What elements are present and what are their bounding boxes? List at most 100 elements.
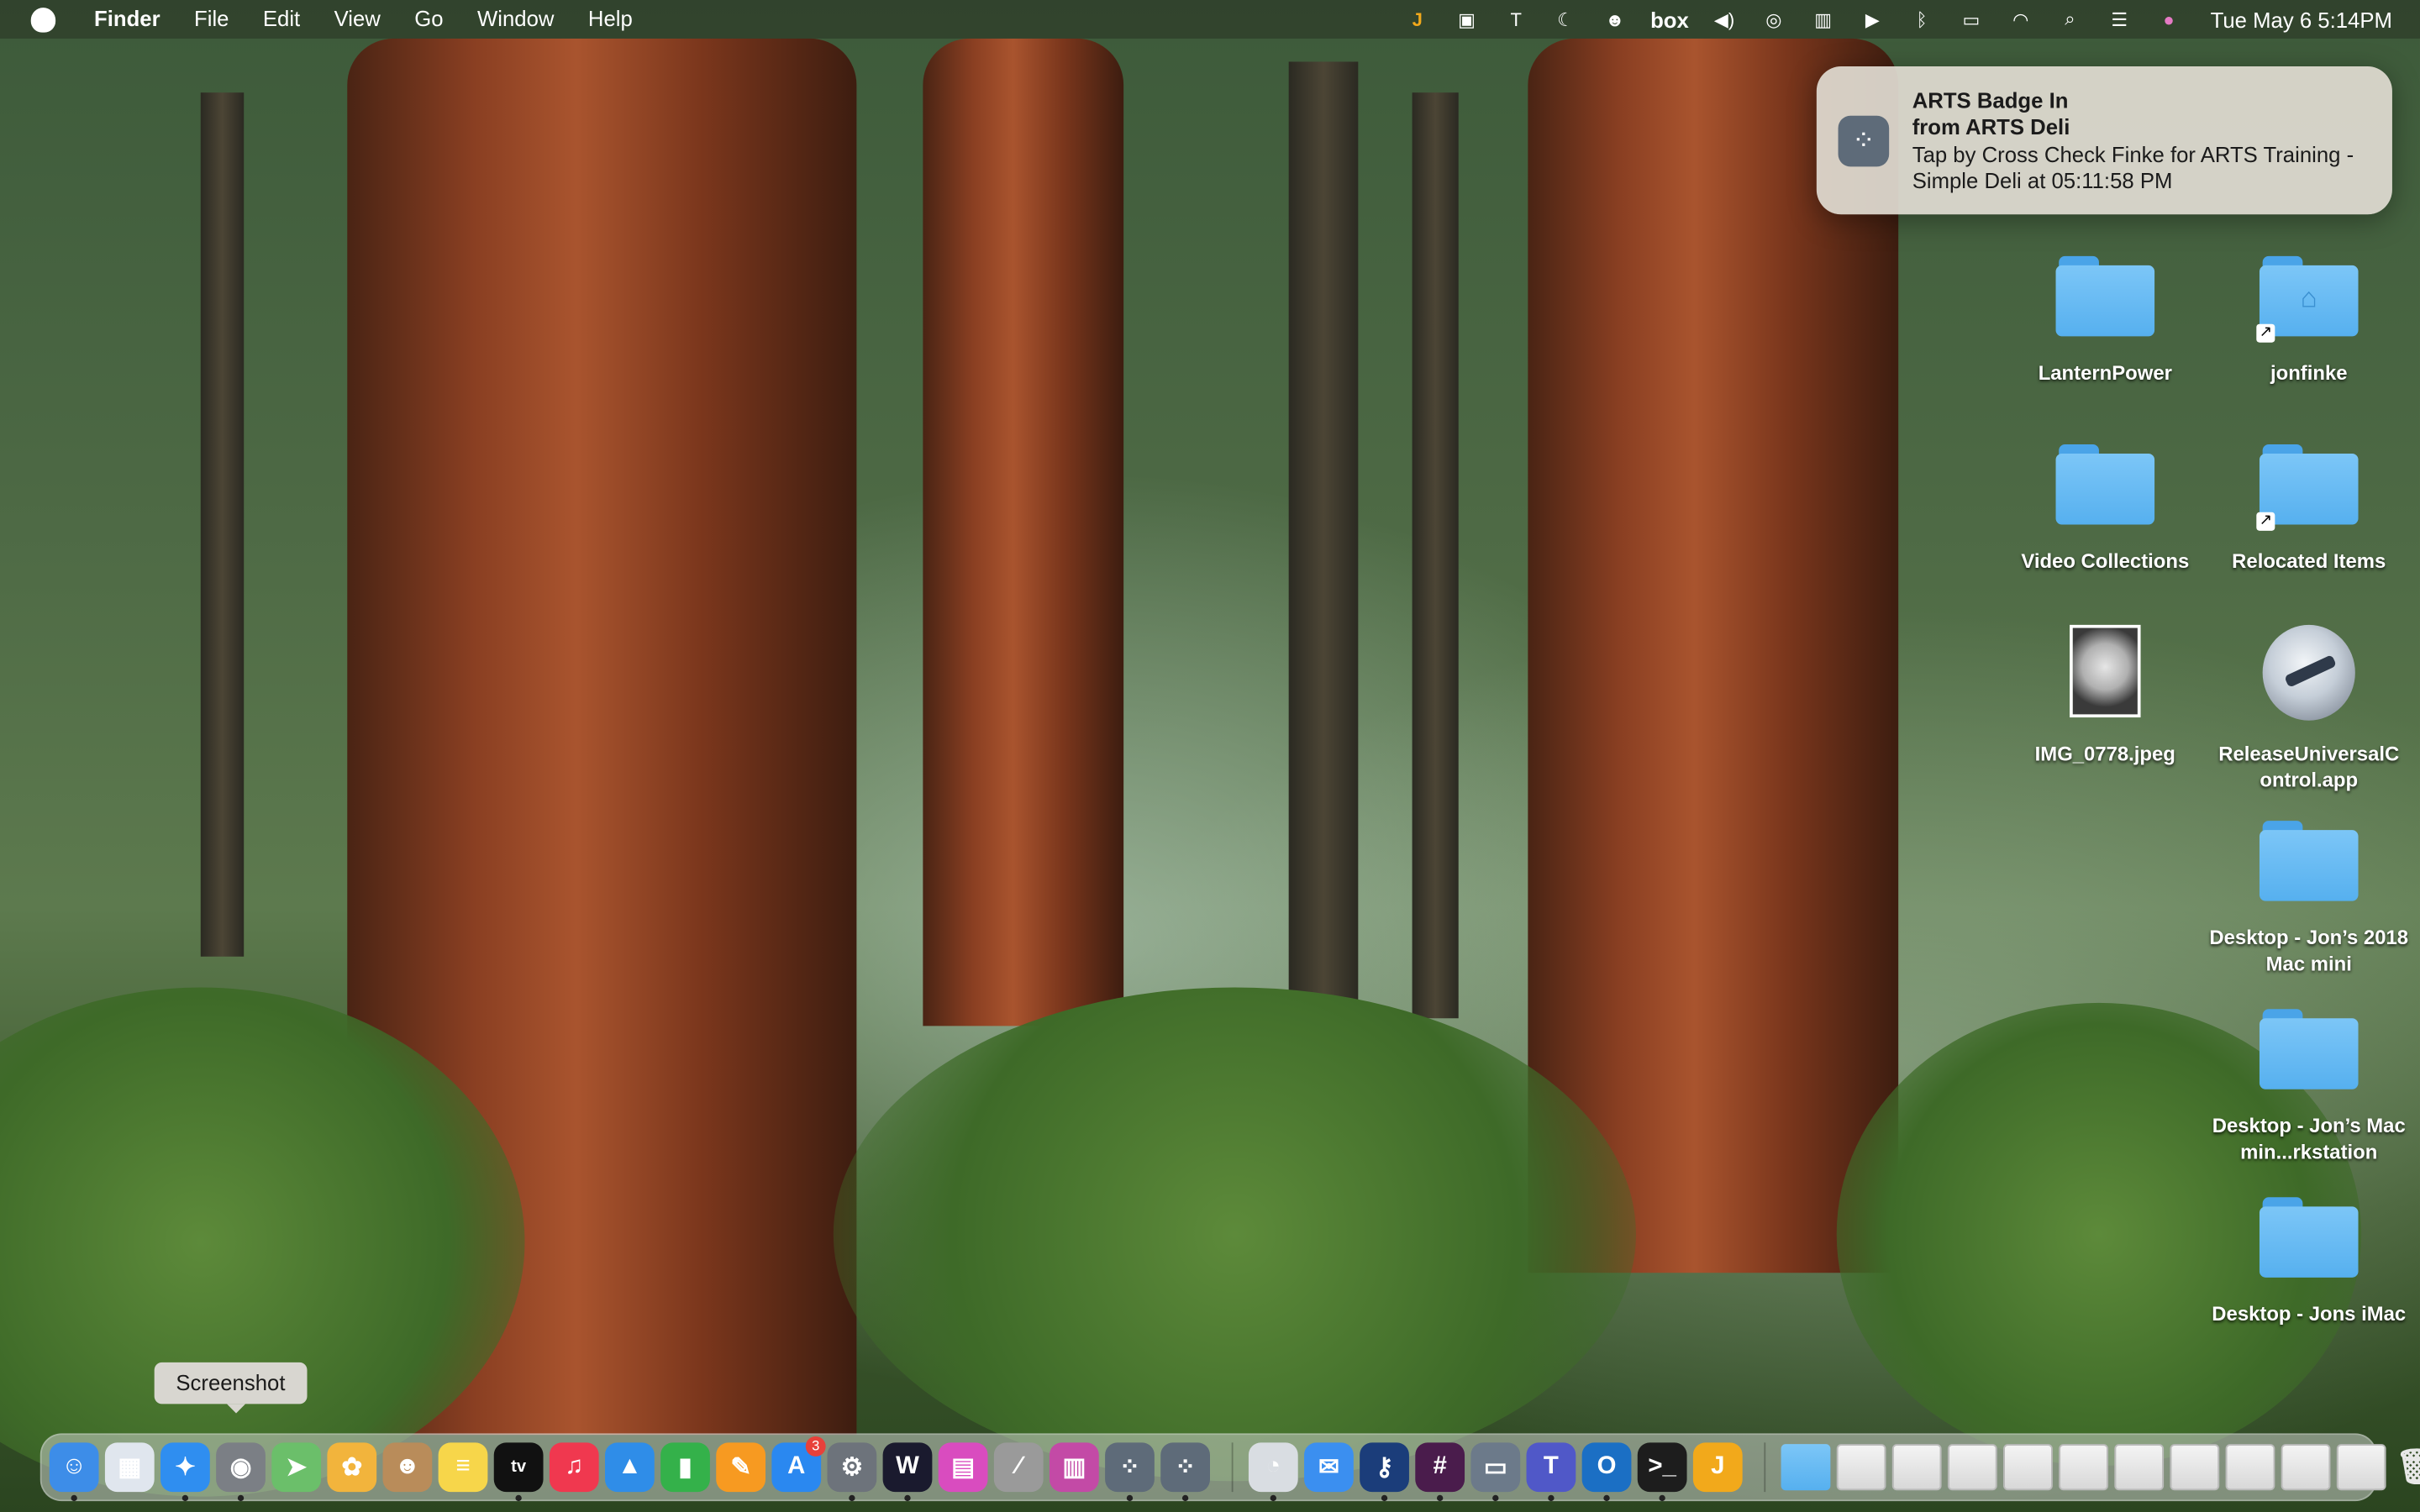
menu-app-name[interactable]: Finder	[77, 0, 177, 39]
dock-app-maps[interactable]: ➤	[271, 1442, 322, 1493]
dock-app-safari[interactable]: ✦	[160, 1442, 210, 1502]
dock-app-tempo[interactable]: ▤	[938, 1442, 988, 1493]
folder-icon: ↗	[2256, 444, 2359, 531]
desktop-folder[interactable]: Video Collections	[2003, 444, 2207, 574]
notification-subtitle: from ARTS Deli	[1912, 113, 2070, 139]
dock-recent-document[interactable]	[2059, 1444, 2108, 1491]
notification-banner[interactable]: ARTS Badge In from ARTS Deli Tap by Cros…	[1816, 66, 2392, 215]
running-indicator	[1270, 1494, 1276, 1502]
notification-badge: 3	[805, 1436, 826, 1457]
box-status[interactable]: box	[1650, 7, 1689, 31]
dock-app-app-store[interactable]: A3	[771, 1436, 826, 1493]
dock-app-screenshot[interactable]: ◉	[216, 1442, 266, 1502]
arts-app-icon	[1838, 115, 1890, 167]
volume-icon[interactable]: ◀)	[1711, 8, 1739, 30]
dock-recent-document[interactable]	[2336, 1444, 2386, 1491]
dock-app-notes[interactable]: ≡	[438, 1442, 488, 1493]
search-icon[interactable]: ⌕	[2056, 8, 2084, 30]
battery-icon[interactable]: ▭	[1957, 8, 1985, 30]
desktop-folder[interactable]: Desktop - Jon’s 2018 Mac mini	[2207, 821, 2411, 977]
tree-trunk	[923, 38, 1124, 1026]
running-indicator	[849, 1494, 855, 1502]
menu-go[interactable]: Go	[397, 0, 460, 39]
status-area: J ▣ T ☾ ☻ box ◀) ◎ ▥ ▶ ᛒ ▭ ◠ ⌕ ☰ ● Tue M…	[1403, 0, 2392, 39]
dock-recent-document[interactable]	[1947, 1444, 1997, 1491]
running-indicator	[71, 1494, 77, 1502]
running-indicator	[182, 1494, 189, 1502]
dock-app-glyph: ▮	[678, 1455, 692, 1482]
menu-edit[interactable]: Edit	[246, 0, 318, 39]
dock-app-numbers[interactable]: ▮	[660, 1442, 710, 1493]
desktop-folder[interactable]: Desktop - Jons iMac	[2207, 1197, 2411, 1326]
dock-recent-document[interactable]	[2114, 1444, 2165, 1491]
dock-recent-document[interactable]	[1891, 1444, 1942, 1491]
folder-icon	[2259, 821, 2359, 901]
bluetooth-icon[interactable]: ᛒ	[1908, 8, 1936, 30]
dock-app-slack[interactable]: #	[1415, 1442, 1465, 1502]
dock-app-arts-badge[interactable]: ⁘	[1105, 1442, 1155, 1502]
memory-icon[interactable]: ▥	[1809, 8, 1837, 30]
dock-app-finder[interactable]: ☺	[49, 1442, 99, 1502]
clock[interactable]: Tue May 6 5:14PM	[2211, 7, 2392, 31]
dock-app-stocks[interactable]: ▥	[1049, 1442, 1099, 1493]
running-indicator	[237, 1494, 245, 1502]
dock-app-mail[interactable]: ✉	[1304, 1442, 1354, 1493]
dock-app-pages[interactable]: ✎	[716, 1442, 766, 1493]
teams-icon[interactable]: T	[1502, 8, 1530, 30]
siri-icon[interactable]: ●	[2155, 8, 2183, 30]
desktop-item-label: Desktop - Jon’s 2018 Mac mini	[2209, 926, 2409, 975]
dock-recent-document[interactable]	[2225, 1444, 2275, 1491]
menu-file[interactable]: File	[177, 0, 246, 39]
desktop-folder[interactable]: ↗ Relocated Items	[2207, 444, 2411, 574]
menu-window[interactable]: Window	[460, 0, 571, 39]
dock-recent-document[interactable]	[1836, 1444, 1886, 1491]
running-indicator	[1381, 1494, 1388, 1502]
dock-app-calculator[interactable]: ∕	[993, 1442, 1044, 1493]
dock-app-glyph: ☺	[61, 1453, 87, 1480]
focus-moon-icon[interactable]: ☾	[1552, 8, 1580, 30]
dock-app-system-settings[interactable]: ⚙	[827, 1442, 877, 1502]
dock-app-passwords[interactable]: ⚷	[1360, 1442, 1409, 1502]
dock-recent-document[interactable]	[2281, 1444, 2331, 1491]
dock-app-outlook[interactable]: O	[1581, 1442, 1632, 1502]
desktop-image-file[interactable]: IMG_0778.jpeg	[2003, 624, 2207, 767]
foliage	[833, 987, 1636, 1482]
dock-app-launchpad[interactable]: ▦	[104, 1442, 155, 1493]
apple-menu-icon[interactable]	[30, 7, 56, 32]
dock-recent-document[interactable]	[2170, 1444, 2220, 1491]
dock-app-glyph: ✦	[175, 1455, 196, 1482]
wifi-icon[interactable]: ◠	[2007, 8, 2034, 30]
desktop-folder[interactable]: ⌂ ↗ jonfinke	[2207, 255, 2411, 386]
dock-app-teams[interactable]: T	[1526, 1442, 1576, 1502]
menu-view[interactable]: View	[317, 0, 397, 39]
dock-folder-stack[interactable]	[1781, 1444, 1831, 1491]
dock-recent-document[interactable]	[2003, 1444, 2053, 1491]
scan-icon[interactable]: ▣	[1453, 8, 1481, 30]
dock-app-terminal[interactable]: >_	[1637, 1442, 1687, 1502]
dock-app-monitor[interactable]: ◔	[1248, 1442, 1298, 1502]
dock-app-glyph: ▤	[951, 1455, 976, 1482]
dock-app-contacts[interactable]: ☻	[382, 1442, 433, 1493]
dock-app-glyph: ⚷	[1375, 1455, 1394, 1482]
desktop-app[interactable]: ReleaseUniversalControl.app	[2207, 624, 2411, 793]
dock-app-jamf[interactable]: J	[1692, 1442, 1743, 1493]
desktop-folder[interactable]: LanternPower	[2003, 255, 2207, 386]
tree-trunk	[200, 92, 245, 957]
control-center-icon[interactable]: ☰	[2106, 8, 2133, 30]
dock-app-glyph: ⚙	[840, 1455, 864, 1482]
desktop-folder[interactable]: Desktop - Jon’s Mac min...rkstation	[2207, 1009, 2411, 1165]
airdrop-icon[interactable]: ◎	[1760, 8, 1787, 30]
dock-app-arts-deli[interactable]: ⁘	[1160, 1442, 1210, 1502]
dock-app-webex[interactable]: W	[882, 1442, 933, 1502]
dock-app-glyph: ▦	[118, 1455, 142, 1482]
menu-help[interactable]: Help	[571, 0, 650, 39]
trash-icon[interactable]: 🗑	[2392, 1442, 2420, 1492]
users-icon[interactable]: ☻	[1601, 8, 1628, 30]
dock-app-photos[interactable]: ✿	[327, 1442, 377, 1493]
dock-app-remote-desktop[interactable]: ▭	[1470, 1442, 1521, 1502]
dock-app-keynote[interactable]: ▲	[604, 1442, 655, 1493]
play-icon[interactable]: ▶	[1859, 8, 1886, 30]
dock-app-tv[interactable]: tv	[493, 1442, 544, 1502]
dock-app-music[interactable]: ♫	[549, 1442, 599, 1493]
jamf-icon[interactable]: J	[1403, 8, 1431, 30]
